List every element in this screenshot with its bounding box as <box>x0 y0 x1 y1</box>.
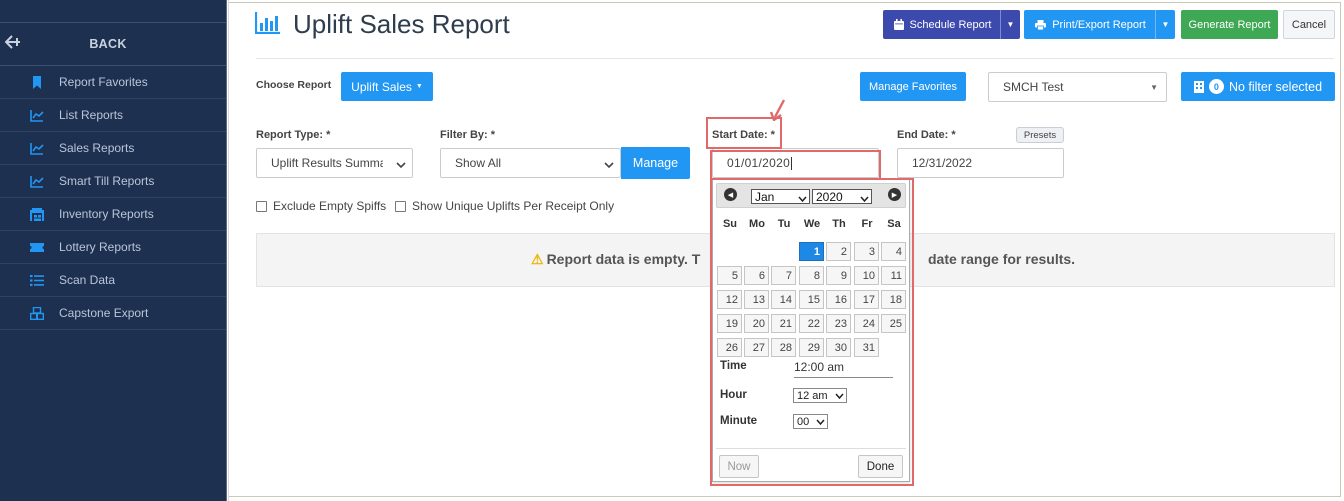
start-date-label-highlight <box>706 117 782 149</box>
sidebar-item-lottery-reports[interactable]: Lottery Reports <box>0 231 226 264</box>
ticket-icon <box>27 241 47 254</box>
chevron-down-icon <box>396 158 406 172</box>
empty-report-message: ⚠ Report data is empty. T <box>531 251 700 268</box>
generate-report-button[interactable]: Generate Report <box>1181 10 1278 39</box>
page-title: Uplift Sales Report <box>293 9 510 39</box>
annotation-arrow-icon <box>770 99 786 121</box>
caret-down-icon: ▼ <box>415 83 423 90</box>
unique-uplifts-label: Show Unique Uplifts Per Receipt Only <box>412 199 615 213</box>
manage-filter-button[interactable]: Manage <box>621 147 690 179</box>
choose-report-label: Choose Report <box>256 79 332 91</box>
back-button[interactable]: BACK <box>0 23 226 66</box>
frame-border <box>229 496 1341 497</box>
datepicker-highlight <box>710 178 914 486</box>
sidebar: BACK Report Favorites List Reports Sales… <box>0 0 227 501</box>
report-type-select[interactable]: Uplift Results Summary <box>256 148 413 178</box>
exclude-empty-spiffs-label: Exclude Empty Spiffs <box>273 199 387 213</box>
caret-down-icon: ▼ <box>1150 83 1158 92</box>
choose-report-value: Uplift Sales <box>351 79 412 94</box>
schedule-dropdown-caret-icon[interactable]: ▼ <box>1000 10 1020 39</box>
filter-count-badge: 0 <box>1208 79 1224 94</box>
cancel-button[interactable]: Cancel <box>1283 10 1335 39</box>
chevron-down-icon <box>604 158 614 172</box>
sidebar-item-scan-data[interactable]: Scan Data <box>0 264 226 297</box>
schedule-report-label: Schedule Report <box>909 18 992 31</box>
end-date-value: 12/31/2022 <box>912 156 973 170</box>
exclude-empty-spiffs-option[interactable]: Exclude Empty Spiffs <box>256 199 386 213</box>
exclude-empty-spiffs-checkbox[interactable] <box>256 200 267 212</box>
sidebar-item-label: Scan Data <box>59 273 116 287</box>
line-chart-icon <box>27 175 47 188</box>
sidebar-item-label: Sales Reports <box>59 141 135 155</box>
report-type-label: Report Type: * <box>256 129 331 141</box>
building-icon <box>1193 80 1204 93</box>
sidebar-item-sales-reports[interactable]: Sales Reports <box>0 132 226 165</box>
line-chart-icon <box>27 109 47 122</box>
list-icon <box>27 274 47 287</box>
frame-border <box>1340 2 1341 497</box>
filter-button[interactable]: 0 No filter selected <box>1181 72 1335 101</box>
empty-message-text: Report data is empty. T <box>546 251 701 267</box>
print-export-label: Print/Export Report <box>1052 18 1146 31</box>
sidebar-item-label: Smart Till Reports <box>59 174 155 188</box>
sidebar-item-capstone-export[interactable]: Capstone Export <box>0 297 226 330</box>
sidebar-top-strip <box>0 0 226 23</box>
sidebar-item-label: Report Favorites <box>59 75 148 89</box>
main-content: Uplift Sales Report Schedule Report ▼ Pr… <box>228 0 1344 501</box>
end-date-input[interactable]: 12/31/2022 <box>897 148 1064 178</box>
end-date-label: End Date: * <box>897 129 956 141</box>
warehouse-icon <box>27 207 47 221</box>
sidebar-item-inventory-reports[interactable]: Inventory Reports <box>0 198 226 231</box>
manage-favorites-button[interactable]: Manage Favorites <box>860 72 966 101</box>
report-type-value: Uplift Results Summary <box>271 156 383 170</box>
choose-report-dropdown[interactable]: Uplift Sales ▼ <box>341 72 433 101</box>
sidebar-item-label: Capstone Export <box>59 306 149 320</box>
boxes-icon <box>27 306 47 320</box>
start-date-input-highlight <box>710 150 881 180</box>
bookmark-icon <box>27 75 47 89</box>
store-select[interactable]: SMCH Test ▼ <box>988 72 1167 102</box>
sidebar-item-smart-till-reports[interactable]: Smart Till Reports <box>0 165 226 198</box>
back-label: BACK <box>89 37 127 51</box>
unique-uplifts-option[interactable]: Show Unique Uplifts Per Receipt Only <box>395 199 614 213</box>
store-select-value: SMCH Test <box>1003 80 1064 94</box>
filter-label: No filter selected <box>1228 79 1323 94</box>
header-divider <box>256 58 1334 59</box>
empty-report-message-tail: date range for results. <box>928 251 1076 267</box>
filter-by-select[interactable]: Show All <box>440 148 621 178</box>
sidebar-item-label: List Reports <box>59 108 124 122</box>
sidebar-item-list-reports[interactable]: List Reports <box>0 99 226 132</box>
print-export-button[interactable]: Print/Export Report ▼ <box>1024 10 1175 39</box>
frame-border <box>229 2 1341 3</box>
unique-uplifts-checkbox[interactable] <box>395 200 406 212</box>
calendar-icon <box>893 19 904 30</box>
sidebar-item-label: Inventory Reports <box>59 207 154 221</box>
filter-by-label: Filter By: * <box>440 129 496 141</box>
sidebar-item-label: Lottery Reports <box>59 240 142 254</box>
sidebar-item-report-favorites[interactable]: Report Favorites <box>0 66 226 99</box>
printer-icon <box>1035 19 1047 30</box>
bar-chart-icon <box>254 12 281 37</box>
print-dropdown-caret-icon[interactable]: ▼ <box>1155 10 1175 39</box>
presets-button[interactable]: Presets <box>1016 127 1064 143</box>
back-arrow-icon <box>4 35 21 54</box>
filter-by-value: Show All <box>455 156 502 170</box>
line-chart-icon <box>27 142 47 155</box>
warning-icon: ⚠ <box>531 251 544 267</box>
schedule-report-button[interactable]: Schedule Report ▼ <box>883 10 1020 39</box>
